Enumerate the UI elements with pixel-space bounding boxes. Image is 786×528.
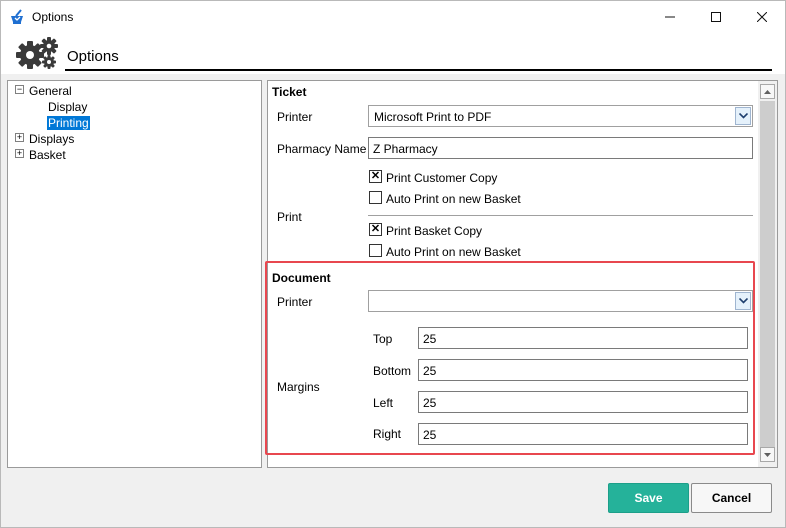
auto-print-basket-checkbox[interactable]: [369, 244, 382, 257]
collapse-icon[interactable]: −: [15, 85, 24, 94]
panel-scrollbar[interactable]: [758, 81, 777, 467]
chevron-down-icon: [738, 113, 748, 119]
document-highlight-box: [265, 261, 755, 455]
window-title: Options: [32, 10, 74, 24]
print-label: Print: [277, 210, 302, 224]
cancel-button[interactable]: Cancel: [691, 483, 772, 513]
tree-item-display[interactable]: Display: [48, 100, 87, 114]
ticket-printer-value: Microsoft Print to PDF: [374, 110, 492, 124]
header-divider: [65, 69, 772, 71]
tree-item-displays[interactable]: Displays: [29, 132, 74, 146]
ticket-printer-select[interactable]: Microsoft Print to PDF: [368, 105, 753, 127]
options-tree[interactable]: − General Display Printing + Displays + …: [7, 80, 262, 468]
close-button[interactable]: [739, 1, 785, 32]
auto-print-basket-label: Auto Print on new Basket: [386, 245, 521, 259]
dropdown-button[interactable]: [735, 107, 751, 125]
close-icon: [757, 11, 767, 22]
pharmacy-name-input[interactable]: Z Pharmacy: [368, 137, 753, 159]
pharmacy-mortar-icon: [11, 9, 23, 24]
options-header: Options: [1, 32, 785, 74]
scroll-down-button[interactable]: [760, 447, 775, 462]
auto-print-customer-label: Auto Print on new Basket: [386, 192, 521, 206]
print-basket-copy-label: Print Basket Copy: [386, 224, 483, 238]
tree-item-general[interactable]: General: [29, 84, 72, 98]
tree-item-printing[interactable]: Printing: [47, 116, 90, 130]
scroll-up-button[interactable]: [760, 84, 775, 99]
title-bar: Options: [1, 1, 785, 32]
maximize-button[interactable]: [693, 1, 739, 32]
print-customer-copy-label: Print Customer Copy: [386, 171, 498, 185]
print-customer-copy-checkbox[interactable]: ✕: [369, 170, 382, 183]
scroll-thumb[interactable]: [760, 101, 775, 447]
maximize-icon: [711, 11, 721, 22]
tree-item-basket[interactable]: Basket: [29, 148, 66, 162]
page-title: Options: [67, 48, 119, 65]
scroll-up-icon: [764, 89, 771, 94]
gears-icon: [16, 37, 58, 69]
save-button[interactable]: Save: [608, 483, 689, 513]
auto-print-customer-checkbox[interactable]: [369, 191, 382, 204]
pharmacy-name-label: Pharmacy Name: [277, 142, 367, 156]
minimize-button[interactable]: [647, 1, 693, 32]
print-separator: [368, 215, 753, 216]
print-basket-copy-checkbox[interactable]: ✕: [369, 223, 382, 236]
options-window: Options Options − General Display Printi…: [0, 0, 786, 528]
ticket-printer-label: Printer: [277, 110, 313, 124]
ticket-section-title: Ticket: [272, 85, 307, 99]
expand-icon[interactable]: +: [15, 149, 24, 158]
expand-icon[interactable]: +: [15, 133, 24, 142]
scroll-down-icon: [764, 452, 771, 457]
minimize-icon: [665, 16, 675, 17]
